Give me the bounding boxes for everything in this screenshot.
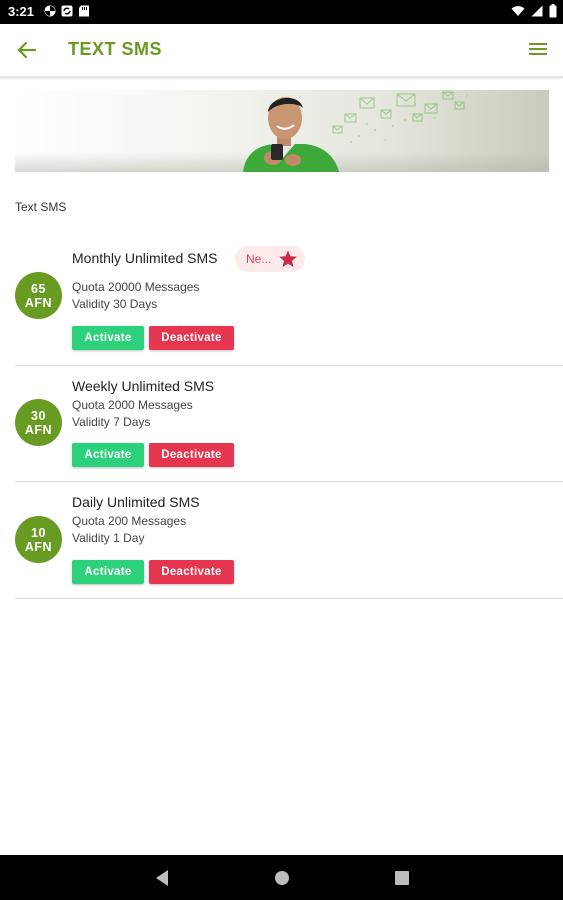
price-badge: 65 AFN	[15, 272, 62, 319]
package-name: Monthly Unlimited SMS	[72, 250, 218, 266]
deactivate-button[interactable]: Deactivate	[149, 443, 234, 467]
wifi-icon	[511, 5, 525, 20]
package-item-daily: 10 AFN Daily Unlimited SMS Quota 200 Mes…	[15, 482, 563, 599]
activate-button[interactable]: Activate	[72, 560, 144, 584]
deactivate-button[interactable]: Deactivate	[149, 326, 234, 350]
package-validity: Validity 30 Days	[72, 297, 158, 311]
arrow-left-icon[interactable]	[14, 38, 40, 62]
package-item-weekly: 30 AFN Weekly Unlimited SMS Quota 2000 M…	[15, 366, 563, 482]
section-label: Text SMS	[15, 200, 67, 214]
activate-button[interactable]: Activate	[72, 443, 144, 467]
package-quota: Quota 200 Messages	[72, 514, 187, 528]
package-validity: Validity 1 Day	[72, 531, 145, 545]
back-triangle-icon[interactable]	[154, 869, 170, 892]
new-badge: Ne...	[235, 246, 305, 272]
price-badge: 30 AFN	[15, 399, 62, 446]
page-title: TEXT SMS	[68, 39, 163, 59]
recents-square-icon[interactable]	[394, 869, 410, 892]
star-icon	[278, 249, 298, 269]
package-validity: Validity 7 Days	[72, 415, 151, 429]
package-name: Daily Unlimited SMS	[72, 494, 200, 510]
sync-icon	[61, 5, 73, 17]
package-name: Weekly Unlimited SMS	[72, 378, 215, 394]
status-bar: 3:21	[0, 0, 563, 24]
activate-button[interactable]: Activate	[72, 326, 144, 350]
package-quota: Quota 20000 Messages	[72, 280, 200, 294]
price-badge: 10 AFN	[15, 516, 62, 563]
package-quota: Quota 2000 Messages	[72, 398, 193, 412]
hamburger-menu-icon[interactable]	[529, 41, 547, 57]
status-time: 3:21	[8, 4, 35, 19]
man-with-phone-illustration	[243, 91, 469, 172]
home-circle-icon[interactable]	[273, 869, 291, 892]
package-item-monthly: 65 AFN Monthly Unlimited SMS Ne... Quota…	[15, 238, 563, 366]
system-nav-bar	[0, 855, 563, 900]
deactivate-button[interactable]: Deactivate	[149, 560, 234, 584]
photos-icon	[44, 5, 56, 17]
signal-icon	[531, 5, 543, 20]
battery-icon	[549, 4, 557, 21]
sd-card-icon	[78, 5, 90, 17]
app-bar: TEXT SMS	[0, 24, 563, 78]
promo-banner	[15, 90, 549, 172]
